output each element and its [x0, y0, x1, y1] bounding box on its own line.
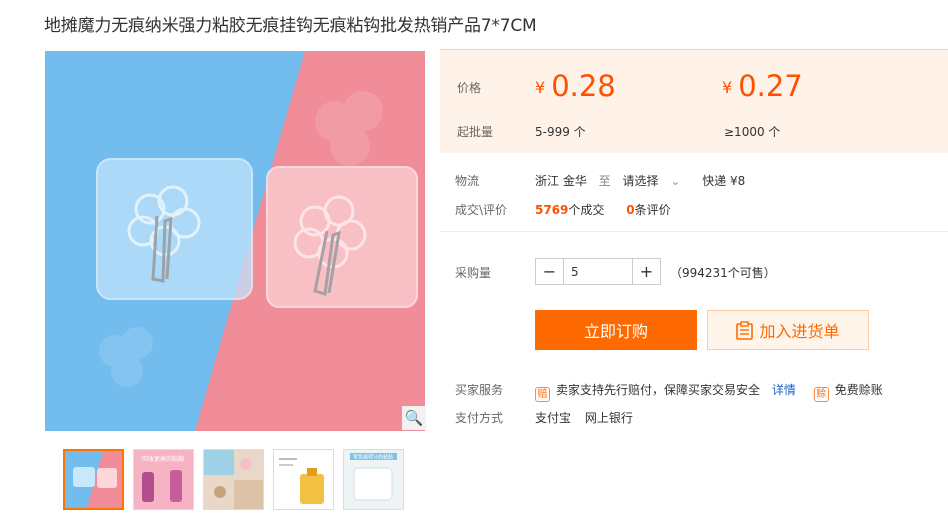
add-to-cart-label: 加入进货单	[759, 322, 840, 341]
price-panel: 价格 起批量 ¥0.28 5-999 个 ¥0.27 ≥1000 个	[440, 49, 948, 153]
thumbnail-image: 零负载荷计的粘贴	[344, 450, 403, 509]
thumbnail-caption: 零负载荷计的粘贴	[353, 454, 393, 461]
sold-suffix: 个成交	[568, 203, 605, 217]
price-value: 0.28	[551, 69, 616, 103]
thumbnail-4[interactable]	[273, 449, 334, 510]
thumbnail-5[interactable]: 零负载荷计的粘贴	[343, 449, 404, 510]
shield-icon: 赔	[535, 387, 550, 402]
add-to-cart-button[interactable]: 加入进货单	[707, 310, 869, 350]
payment-row: 支付方式 支付宝 网上银行	[455, 409, 633, 426]
thumbnail-caption: 回收更高的粘胸	[142, 455, 184, 463]
product-photo	[45, 51, 425, 431]
quantity-input[interactable]: 5	[563, 259, 633, 284]
main-product-image[interactable]	[45, 51, 425, 431]
divider	[440, 231, 948, 232]
clipboard-icon	[736, 320, 754, 340]
currency-symbol: ¥	[535, 78, 546, 97]
to-label: 至	[598, 174, 611, 188]
guarantee-text: 卖家支持先行赔付，保障买家交易安全	[556, 383, 761, 397]
thumbnail-image	[274, 450, 333, 509]
destination-value: 请选择	[622, 174, 659, 188]
payment-method-alipay: 支付宝	[535, 411, 572, 425]
minus-button[interactable]: −	[536, 259, 563, 284]
review-suffix[interactable]: 条评价	[635, 203, 671, 217]
price-label: 价格	[457, 81, 482, 95]
thumbnail-2[interactable]: 回收更高的粘胸	[133, 449, 194, 510]
logistics-row: 物流 浙江 金华 至 请选择 ⌄ 快递 ¥8	[455, 172, 745, 189]
thumbnail-1[interactable]	[63, 449, 124, 510]
shipping-fee: 快递 ¥8	[702, 174, 746, 188]
free-account-text[interactable]: 免费赊账	[835, 383, 883, 397]
price-value: 0.27	[738, 69, 803, 103]
magnifier-icon[interactable]: 🔍	[402, 406, 426, 430]
stock-available: （994231个可售）	[670, 266, 776, 280]
plus-button[interactable]: +	[633, 259, 660, 284]
purchase-label: 采购量	[455, 264, 535, 281]
sold-count: 5769	[535, 203, 569, 217]
product-title: 地摊魔力无痕纳米强力粘胶无痕挂钩无痕粘钩批发热销产品7*7CM	[44, 16, 537, 36]
services-label: 买家服务	[455, 383, 504, 397]
buy-now-button[interactable]: 立即订购	[535, 310, 697, 350]
thumbnail-image	[65, 451, 122, 508]
moq-tier-1: 5-999 个	[535, 125, 586, 139]
origin: 浙江 金华	[535, 174, 587, 188]
details-link[interactable]: 详情	[772, 383, 796, 397]
chevron-down-icon: ⌄	[670, 174, 681, 188]
thumbnail-strip: 回收更高的粘胸 零负载荷计的粘贴	[63, 449, 404, 510]
quantity-stepper: − 5 +	[535, 258, 661, 285]
moq-tier-2: ≥1000 个	[724, 125, 781, 139]
logistics-label: 物流	[455, 174, 480, 188]
services-row: 买家服务 赔卖家支持先行赔付，保障买家交易安全 详情 赊免费赊账	[455, 381, 883, 402]
purchase-label-text: 采购量	[455, 266, 492, 280]
deals-label: 成交\评价	[455, 203, 508, 217]
currency-symbol: ¥	[722, 78, 733, 97]
review-count[interactable]: 0	[626, 203, 634, 217]
thumbnail-image	[204, 450, 263, 509]
moq-label: 起批量	[457, 125, 494, 139]
thumbnail-image: 回收更高的粘胸	[134, 450, 193, 509]
price-tier-1: ¥0.28	[535, 69, 616, 103]
payment-method-bank: 网上银行	[584, 411, 633, 425]
destination-select[interactable]: 请选择 ⌄	[623, 174, 681, 188]
deals-row: 成交\评价 5769个成交 0条评价	[455, 201, 671, 218]
price-tier-2: ¥0.27	[722, 69, 803, 103]
payment-label: 支付方式	[455, 411, 504, 425]
thumbnail-3[interactable]	[203, 449, 264, 510]
credit-icon: 赊	[813, 387, 829, 402]
